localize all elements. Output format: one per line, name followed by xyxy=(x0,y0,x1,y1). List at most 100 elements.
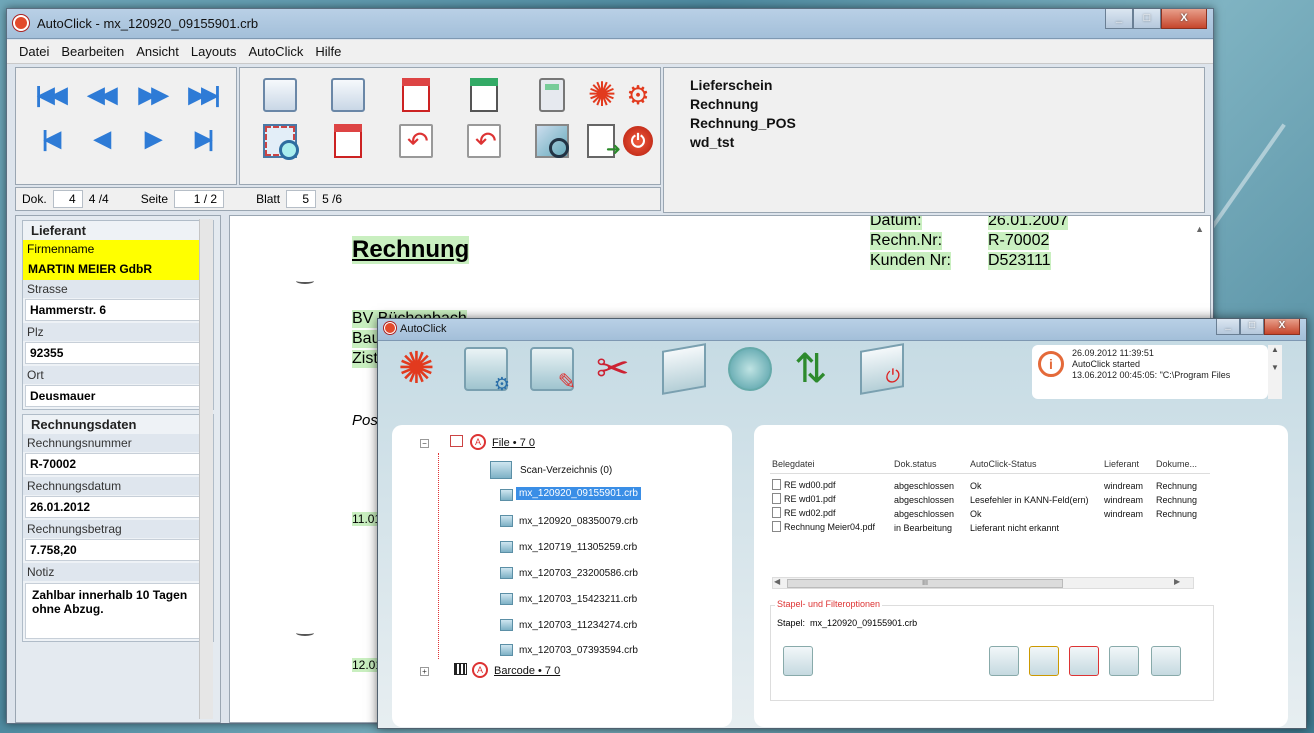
batch-folder-button[interactable] xyxy=(1029,646,1059,676)
database-button[interactable] xyxy=(783,646,813,676)
ac-folder-edit-icon[interactable] xyxy=(530,347,576,395)
expand-barcode-toggle[interactable]: + xyxy=(420,667,429,676)
menu-ansicht[interactable]: Ansicht xyxy=(130,40,185,63)
batch-close-button[interactable] xyxy=(1151,646,1181,676)
table-horizontal-scrollbar[interactable]: III xyxy=(772,577,1194,589)
scrollbar-thumb[interactable]: III xyxy=(787,579,1063,588)
scroll-left-arrow[interactable]: ◀ xyxy=(774,577,780,586)
maximize-button[interactable]: □ xyxy=(1133,9,1161,29)
tree-file-item[interactable]: mx_120703_11234274.crb xyxy=(519,620,637,631)
first-document-icon[interactable]: |◀◀ xyxy=(24,82,75,108)
plz-field[interactable]: 92355 xyxy=(25,342,211,364)
blatt-input[interactable]: 5 xyxy=(286,190,317,208)
tree-file-item[interactable]: mx_120703_23200586.crb xyxy=(519,568,638,579)
col-lieferant[interactable]: Lieferant xyxy=(1104,459,1139,469)
rechnungsdaten-group: Rechnungsdaten Rechnungsnummer R-70002 R… xyxy=(22,414,214,642)
cell-status: Ok xyxy=(970,509,982,519)
doctype-lieferschein[interactable]: Lieferschein xyxy=(690,76,1188,95)
ac-tools-icon[interactable]: ✂ xyxy=(596,347,640,391)
collapse-file-toggle[interactable]: − xyxy=(420,439,429,448)
navigation-toolbar: |◀◀ ◀◀ ▶▶ ▶▶| |◀ ◀ ▶ ▶| xyxy=(15,67,237,185)
col-dokstatus[interactable]: Dok.status xyxy=(894,459,937,469)
seite-input[interactable]: 1 / 2 xyxy=(174,190,225,208)
power-icon[interactable]: ⏻ xyxy=(623,126,653,156)
calculator-icon[interactable] xyxy=(539,78,565,112)
doctype-rechnung-pos[interactable]: Rechnung_POS xyxy=(690,114,1188,133)
ac-globe-icon[interactable] xyxy=(728,347,772,391)
scan-search-icon[interactable] xyxy=(263,124,299,160)
close-button[interactable]: X xyxy=(1161,9,1207,29)
rotate-icon[interactable] xyxy=(399,124,433,158)
crb-file-icon xyxy=(500,567,513,579)
strasse-field[interactable]: Hammerstr. 6 xyxy=(25,299,211,321)
ac-folder-settings-icon[interactable] xyxy=(464,347,510,395)
tree-scan-directory[interactable]: Scan-Verzeichnis (0) xyxy=(520,465,612,476)
tree-file-item[interactable]: mx_120920_08350079.crb xyxy=(519,516,638,527)
main-titlebar[interactable]: AutoClick - mx_120920_09155901.crb _ □ X xyxy=(7,9,1213,39)
last-document-icon[interactable]: ▶▶| xyxy=(177,82,228,108)
cell-dokstatus: abgeschlossen xyxy=(894,481,955,491)
menu-datei[interactable]: Datei xyxy=(13,40,55,63)
ac-settings-gear-icon[interactable]: ✺ xyxy=(398,347,442,391)
firmenname-field[interactable]: MARTIN MEIER GdbR xyxy=(23,258,213,280)
delete-page-icon[interactable] xyxy=(334,124,362,158)
save-icon[interactable] xyxy=(331,78,365,112)
notiz-label: Notiz xyxy=(23,563,213,581)
cell-dokumenttyp: Rechnung xyxy=(1156,481,1198,491)
log-scrollbar[interactable]: ▲ ▼ xyxy=(1268,345,1282,399)
next-page-icon[interactable]: ▶ xyxy=(126,126,177,152)
dok-input[interactable]: 4 xyxy=(52,190,83,208)
advanced-settings-icon[interactable]: ⚙ xyxy=(623,78,653,112)
ort-field[interactable]: Deusmauer xyxy=(25,385,211,407)
fields-scrollbar[interactable] xyxy=(199,219,213,719)
doctype-rechnung[interactable]: Rechnung xyxy=(690,95,1188,114)
scroll-right-arrow[interactable]: ▶ xyxy=(1174,577,1180,586)
zoom-icon[interactable] xyxy=(535,124,569,158)
col-belegdatei[interactable]: Belegdatei xyxy=(772,459,815,469)
viewer-scroll-up[interactable]: ▲ xyxy=(1195,224,1204,234)
rechnungsdatum-field[interactable]: 26.01.2012 xyxy=(25,496,211,518)
first-page-icon[interactable]: |◀ xyxy=(24,126,75,152)
menu-autoclick[interactable]: AutoClick xyxy=(242,40,309,63)
export-icon[interactable] xyxy=(587,124,621,160)
stapel-row: Stapel: mx_120920_09155901.crb xyxy=(777,618,917,628)
tree-file-root[interactable]: File • 7 0 xyxy=(492,437,535,449)
open-batch-button[interactable] xyxy=(989,646,1019,676)
menu-layouts[interactable]: Layouts xyxy=(185,40,243,63)
col-dokumenttyp[interactable]: Dokume... xyxy=(1156,459,1197,469)
tree-file-item[interactable]: mx_120703_15423211.crb xyxy=(519,594,637,605)
undo-icon[interactable] xyxy=(467,124,501,158)
tree-file-item[interactable]: mx_120719_11305259.crb xyxy=(519,542,637,553)
doctype-wd-tst[interactable]: wd_tst xyxy=(690,133,1188,152)
menu-hilfe[interactable]: Hilfe xyxy=(309,40,347,63)
batch-clear-button[interactable] xyxy=(1069,646,1099,676)
notiz-field[interactable]: Zahlbar innerhalb 10 Tagen ohne Abzug. xyxy=(25,583,211,639)
ac-sync-icon[interactable]: ⇅ xyxy=(794,347,838,391)
previous-document-icon[interactable]: ◀◀ xyxy=(75,82,126,108)
batch-remove-button[interactable] xyxy=(1109,646,1139,676)
ac-minimize-button[interactable]: _ xyxy=(1216,319,1240,335)
tree-file-item[interactable]: mx_120920_09155901.crb xyxy=(516,487,641,500)
open-folder-icon[interactable] xyxy=(263,78,297,112)
col-autoclick-status[interactable]: AutoClick-Status xyxy=(970,459,1037,469)
ac-close-button[interactable]: X xyxy=(1264,319,1300,335)
previous-page-icon[interactable]: ◀ xyxy=(75,126,126,152)
settings-gear-icon[interactable]: ✺ xyxy=(587,78,617,112)
menu-bearbeiten[interactable]: Bearbeiten xyxy=(55,40,130,63)
new-document-icon[interactable] xyxy=(402,78,430,112)
split-document-icon[interactable] xyxy=(470,78,498,112)
last-page-icon[interactable]: ▶| xyxy=(177,126,228,152)
minimize-button[interactable]: _ xyxy=(1105,9,1133,29)
ac-search-icon[interactable] xyxy=(662,343,706,395)
ac-maximize-button[interactable]: □ xyxy=(1240,319,1264,335)
ac-power-icon[interactable] xyxy=(860,343,904,395)
cell-lieferant: windream xyxy=(1104,495,1144,505)
tree-barcode-root[interactable]: Barcode • 7 0 xyxy=(494,665,560,677)
rechnungsbetrag-field[interactable]: 7.758,20 xyxy=(25,539,211,561)
lieferant-title: Lieferant xyxy=(31,223,86,238)
crb-file-icon xyxy=(500,644,513,656)
tree-file-item[interactable]: mx_120703_07393594.crb xyxy=(519,645,638,656)
next-document-icon[interactable]: ▶▶ xyxy=(126,82,177,108)
rechnungsnummer-field[interactable]: R-70002 xyxy=(25,453,211,475)
autoclick-titlebar[interactable]: AutoClick _ □ X xyxy=(378,319,1306,341)
